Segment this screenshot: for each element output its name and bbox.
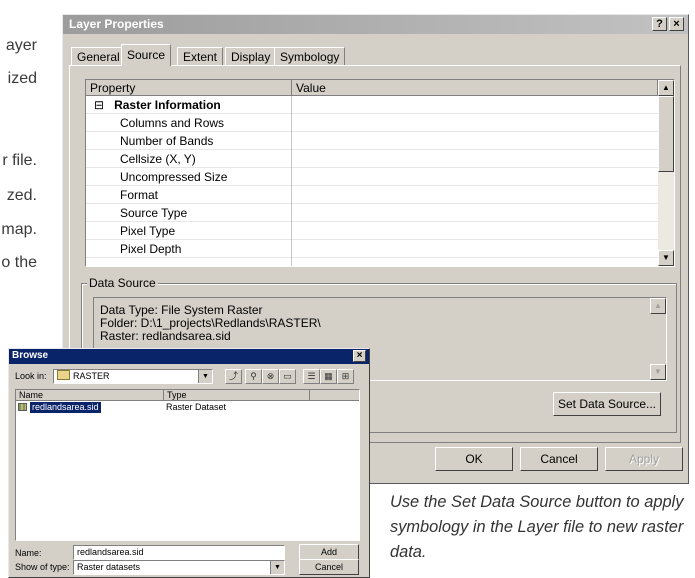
add-button[interactable]: Add [299,544,359,560]
browse-title: Browse [12,350,49,361]
vertical-scrollbar[interactable]: ▲ ▼ [658,80,674,266]
help-button[interactable]: ? [652,17,667,31]
property-label: Pixel Depth [86,240,292,258]
list-view-icon[interactable]: ☰ [303,369,320,384]
apply-button[interactable]: Apply [605,447,683,471]
scroll-down-icon[interactable]: ▼ [650,364,666,380]
name-input[interactable]: redlandsarea.sid [73,545,285,560]
browse-close-button[interactable]: × [353,350,366,362]
look-in-value: RASTER [73,371,110,381]
scroll-up-icon[interactable]: ▲ [658,80,674,96]
tab-extent[interactable]: Extent [177,47,224,65]
page-text-fragment: r file. [2,152,37,169]
group-cell: ⊟ Raster Information [86,96,292,114]
scroll-up-icon[interactable]: ▲ [650,298,666,314]
property-row-partial [86,258,658,266]
group-label: Raster Information [114,98,221,112]
page-text-fragment: o the [1,254,37,271]
disconnect-folder-icon[interactable]: ⊗ [262,369,279,384]
property-row[interactable]: Pixel Type [86,222,658,240]
column-header-name[interactable]: Name [16,390,164,401]
column-header-type[interactable]: Type [164,390,310,401]
property-label: Cellsize (X, Y) [86,150,292,168]
item-type: Raster Dataset [166,402,227,412]
column-header-property[interactable]: Property [86,80,292,96]
collapse-icon[interactable]: ⊟ [94,98,104,112]
chevron-down-icon[interactable]: ▼ [198,370,212,383]
data-source-line: Data Type: File System Raster [100,303,263,317]
data-source-legend: Data Source [87,276,158,290]
browse-dialog: Browse × Look in: RASTER ▼ ⤴ ⚲ ⊗ ▭ ☰ ▦ ⊞… [8,348,370,578]
type-value: Raster datasets [77,562,141,572]
thumbnail-view-icon[interactable]: ⊞ [337,369,354,384]
browse-title-bar[interactable]: Browse × [9,349,369,364]
raster-icon [18,403,27,411]
data-source-scrollbar[interactable]: ▲ ▼ [650,298,666,380]
show-of-type-label: Show of type: [15,562,70,572]
folder-icon [57,370,70,380]
property-row[interactable]: Pixel Depth [86,240,658,258]
group-row[interactable]: ⊟ Raster Information [86,96,658,114]
property-label: Uncompressed Size [86,168,292,186]
close-button[interactable]: × [669,17,684,31]
tab-general[interactable]: General [71,47,126,65]
details-view-icon[interactable]: ▦ [320,369,337,384]
property-row[interactable]: Uncompressed Size [86,168,658,186]
cancel-button[interactable]: Cancel [520,447,598,471]
page-text-fragment: ized [7,70,37,87]
property-label: Format [86,186,292,204]
scroll-down-icon[interactable]: ▼ [658,250,674,266]
title-bar[interactable]: Layer Properties ? × [63,15,688,34]
chevron-down-icon[interactable]: ▼ [270,561,284,574]
property-label: Number of Bands [86,132,292,150]
look-in-label: Look in: [15,371,47,381]
tab-display[interactable]: Display [225,47,277,65]
dialog-title: Layer Properties [69,17,164,31]
page-text-fragment: ayer [5,37,37,54]
ok-button[interactable]: OK [435,447,513,471]
property-label: Columns and Rows [86,114,292,132]
page-text-fragment: zed. [6,187,37,204]
scroll-thumb[interactable] [658,96,674,172]
property-row[interactable]: Columns and Rows [86,114,658,132]
figure-caption: Use the Set Data Source button to apply … [390,493,684,561]
data-source-line: Raster: redlandsarea.sid [100,329,231,343]
column-header-value[interactable]: Value [292,80,658,96]
up-folder-icon[interactable]: ⤴ [225,369,242,384]
connect-folder-icon[interactable]: ⚲ [245,369,262,384]
property-grid: Property Value ⊟ Raster Information Colu… [85,79,675,267]
name-label: Name: [15,548,42,558]
property-row[interactable]: Number of Bands [86,132,658,150]
type-dropdown[interactable]: Raster datasets ▼ [73,560,285,575]
property-label: Pixel Type [86,222,292,240]
data-source-line: Folder: D:\1_projects\Redlands\RASTER\ [100,316,321,330]
property-row[interactable]: Format [86,186,658,204]
item-name: redlandsarea.sid [30,402,101,413]
file-list[interactable]: Name Type redlandsarea.sid Raster Datase… [15,389,360,541]
list-item[interactable]: redlandsarea.sid Raster Dataset [18,402,358,413]
property-row[interactable]: Source Type [86,204,658,222]
property-row[interactable]: Cellsize (X, Y) [86,150,658,168]
tab-source[interactable]: Source [121,44,172,66]
tab-symbology[interactable]: Symbology [274,47,346,65]
page-text-fragment: map. [1,221,37,238]
look-in-dropdown[interactable]: RASTER ▼ [53,369,213,384]
browse-cancel-button[interactable]: Cancel [299,559,359,575]
set-data-source-button[interactable]: Set Data Source... [553,392,661,416]
property-label: Source Type [86,204,292,222]
new-folder-icon[interactable]: ▭ [279,369,296,384]
